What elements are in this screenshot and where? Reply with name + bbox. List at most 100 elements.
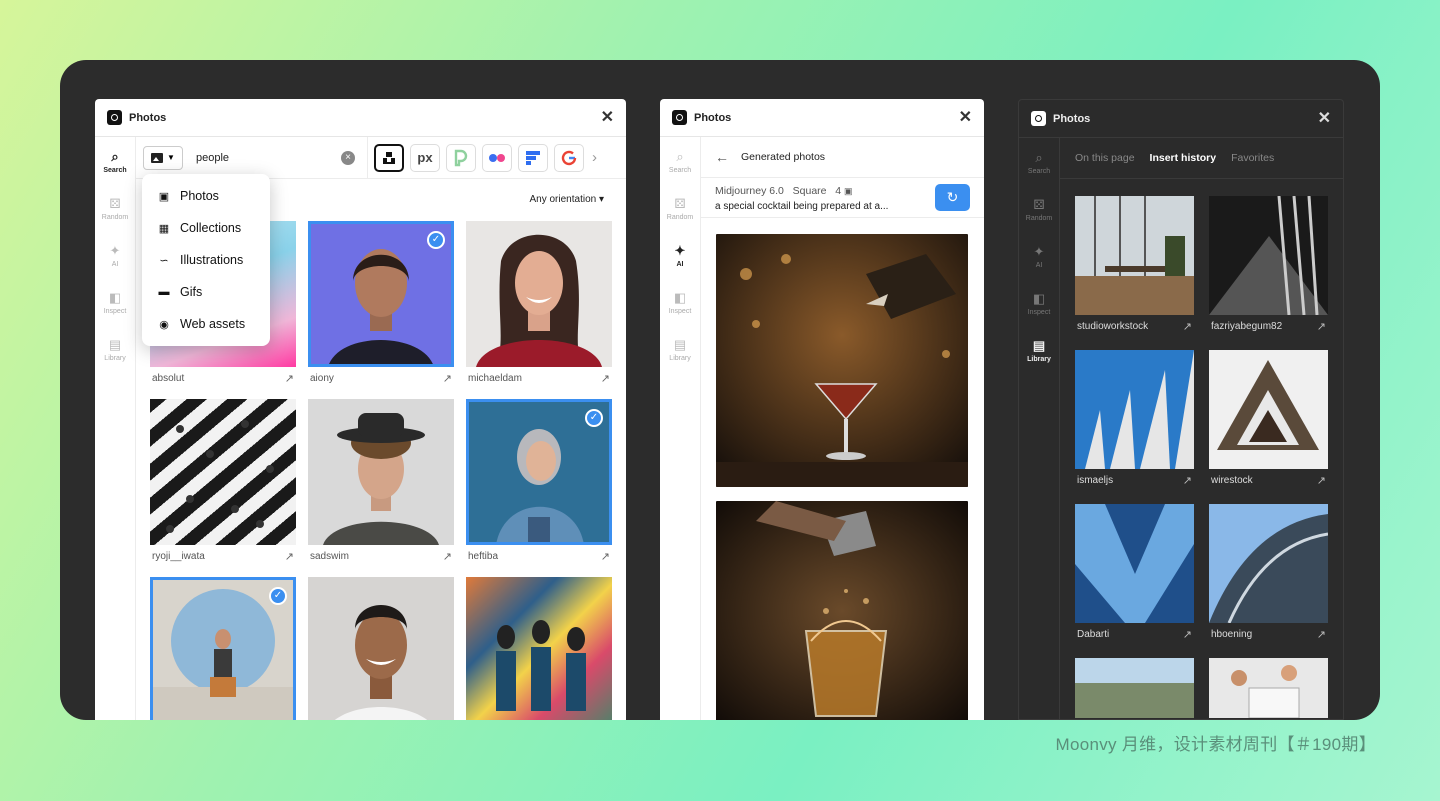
photo-author[interactable]: studioworkstock bbox=[1077, 321, 1148, 332]
photo-cell[interactable]: hboening ↗ bbox=[1209, 504, 1328, 645]
photo-thumb[interactable] bbox=[1209, 658, 1328, 718]
photo-cell[interactable]: fazriyabegum82 ↗ bbox=[1209, 196, 1328, 337]
external-link-icon[interactable]: ↗ bbox=[1317, 474, 1326, 487]
photo-thumb[interactable] bbox=[1209, 504, 1328, 623]
tab-on-this-page[interactable]: On this page bbox=[1075, 152, 1135, 164]
photo-thumb[interactable] bbox=[466, 221, 612, 367]
external-link-icon[interactable]: ↗ bbox=[285, 550, 294, 563]
photo-thumb[interactable] bbox=[1075, 504, 1194, 623]
photo-thumb[interactable] bbox=[150, 399, 296, 545]
external-link-icon[interactable]: ↗ bbox=[1183, 320, 1192, 333]
rail-random[interactable]: ⚄ Random bbox=[95, 196, 135, 243]
photo-author[interactable]: aiony bbox=[310, 373, 334, 384]
500px-source-icon[interactable]: px bbox=[410, 143, 440, 172]
external-link-icon[interactable]: ↗ bbox=[443, 372, 452, 385]
menu-item-collections[interactable]: ▦ Collections bbox=[142, 212, 270, 244]
photo-cell[interactable] bbox=[466, 577, 612, 720]
photo-author[interactable]: fazriyabegum82 bbox=[1211, 321, 1282, 332]
external-link-icon[interactable]: ↗ bbox=[1183, 474, 1192, 487]
menu-item-gifs[interactable]: ▬ Gifs bbox=[142, 276, 270, 308]
rail-search[interactable]: ⌕ Search bbox=[1019, 150, 1059, 197]
rail-library[interactable]: ▤ Library bbox=[1019, 338, 1059, 385]
photo-cell[interactable] bbox=[308, 577, 454, 720]
external-link-icon[interactable]: ↗ bbox=[1183, 628, 1192, 641]
photo-cell[interactable]: wirestock ↗ bbox=[1209, 350, 1328, 491]
clear-icon[interactable]: × bbox=[341, 150, 355, 165]
orientation-dropdown[interactable]: Any orientation ▾ bbox=[529, 194, 604, 205]
flickr-source-icon[interactable] bbox=[482, 143, 512, 172]
external-link-icon[interactable]: ↗ bbox=[601, 550, 610, 563]
arrow-left-icon[interactable]: ← bbox=[715, 149, 729, 165]
rail-ai[interactable]: ✦ AI bbox=[1019, 244, 1059, 291]
pixabay-source-icon[interactable] bbox=[446, 143, 476, 172]
photo-thumb[interactable] bbox=[308, 577, 454, 720]
photo-author[interactable]: ryoji__iwata bbox=[152, 551, 205, 562]
google-source-icon[interactable] bbox=[554, 143, 584, 172]
photo-thumb[interactable]: ✓ bbox=[150, 577, 296, 720]
generated-image[interactable] bbox=[716, 501, 968, 720]
rail-ai[interactable]: ✦ AI bbox=[660, 243, 700, 290]
external-link-icon[interactable]: ↗ bbox=[601, 372, 610, 385]
photo-author[interactable]: heftiba bbox=[468, 551, 498, 562]
photo-author[interactable]: ismaeljs bbox=[1077, 475, 1113, 486]
photo-cell[interactable]: michaeldam ↗ bbox=[466, 221, 612, 389]
photo-cell[interactable]: studioworkstock ↗ bbox=[1075, 196, 1194, 337]
generated-image[interactable] bbox=[716, 234, 968, 487]
chevron-right-icon[interactable]: › bbox=[592, 149, 597, 166]
photo-thumb[interactable] bbox=[1209, 196, 1328, 315]
external-link-icon[interactable]: ↗ bbox=[443, 550, 452, 563]
freepik-source-icon[interactable] bbox=[518, 143, 548, 172]
search-input[interactable] bbox=[196, 151, 336, 164]
photo-thumb[interactable] bbox=[1209, 350, 1328, 469]
photo-thumb[interactable]: ✓ bbox=[308, 221, 454, 367]
rail-inspect[interactable]: ◧ Inspect bbox=[660, 290, 700, 337]
photo-author[interactable]: wirestock bbox=[1211, 475, 1253, 486]
photo-cell[interactable]: ismaeljs ↗ bbox=[1075, 350, 1194, 491]
close-icon[interactable]: ✕ bbox=[601, 109, 614, 126]
photo-thumb[interactable] bbox=[308, 399, 454, 545]
photo-thumb[interactable] bbox=[1075, 658, 1194, 718]
rail-ai[interactable]: ✦ AI bbox=[95, 243, 135, 290]
external-link-icon[interactable]: ↗ bbox=[1317, 320, 1326, 333]
photo-cell[interactable] bbox=[1209, 658, 1328, 718]
menu-item-web-assets[interactable]: ◉ Web assets bbox=[142, 308, 270, 340]
photo-author[interactable]: hboening bbox=[1211, 629, 1252, 640]
photo-author[interactable]: Dabarti bbox=[1077, 629, 1109, 640]
rail-inspect[interactable]: ◧ Inspect bbox=[1019, 291, 1059, 338]
external-link-icon[interactable]: ↗ bbox=[285, 372, 294, 385]
rail-random[interactable]: ⚄ Random bbox=[660, 196, 700, 243]
camera-icon bbox=[107, 110, 122, 125]
photo-cell[interactable] bbox=[1075, 658, 1194, 718]
photo-cell[interactable]: ✓ bbox=[150, 577, 296, 720]
photo-cell[interactable]: sadswim ↗ bbox=[308, 399, 454, 567]
rail-search[interactable]: ⌕ Search bbox=[660, 149, 700, 196]
unsplash-source-icon[interactable] bbox=[374, 143, 404, 172]
menu-item-photos[interactable]: ▣ Photos bbox=[142, 180, 270, 212]
external-link-icon[interactable]: ↗ bbox=[1317, 628, 1326, 641]
tab-favorites[interactable]: Favorites bbox=[1231, 152, 1274, 164]
photo-cell[interactable]: ryoji__iwata ↗ bbox=[150, 399, 296, 567]
photo-author[interactable]: absolut bbox=[152, 373, 184, 384]
close-icon[interactable]: ✕ bbox=[959, 109, 972, 126]
menu-item-illustrations[interactable]: ∽ Illustrations bbox=[142, 244, 270, 276]
asset-type-dropdown[interactable]: ▼ bbox=[143, 145, 183, 170]
rail-library[interactable]: ▤ Library bbox=[95, 337, 135, 384]
refresh-button[interactable]: ↻ bbox=[935, 184, 970, 211]
photo-cell[interactable]: ✓ heftiba ↗ bbox=[466, 399, 612, 567]
photo-cell[interactable]: ✓ aiony ↗ bbox=[308, 221, 454, 389]
photo-thumb[interactable]: ✓ bbox=[466, 399, 612, 545]
photo-author[interactable]: sadswim bbox=[310, 551, 349, 562]
photo-author[interactable]: michaeldam bbox=[468, 373, 522, 384]
tab-insert-history[interactable]: Insert history bbox=[1150, 152, 1217, 164]
photo-thumb[interactable] bbox=[1075, 350, 1194, 469]
menu-item-label: Gifs bbox=[180, 285, 203, 299]
rail-inspect[interactable]: ◧ Inspect bbox=[95, 290, 135, 337]
rail-search[interactable]: ⌕ Search bbox=[95, 149, 135, 196]
rail-library[interactable]: ▤ Library bbox=[660, 337, 700, 384]
image-icon: ▣ bbox=[158, 190, 170, 203]
photo-thumb[interactable] bbox=[1075, 196, 1194, 315]
photo-cell[interactable]: Dabarti ↗ bbox=[1075, 504, 1194, 645]
close-icon[interactable]: ✕ bbox=[1318, 110, 1331, 127]
photo-thumb[interactable] bbox=[466, 577, 612, 720]
rail-random[interactable]: ⚄ Random bbox=[1019, 197, 1059, 244]
